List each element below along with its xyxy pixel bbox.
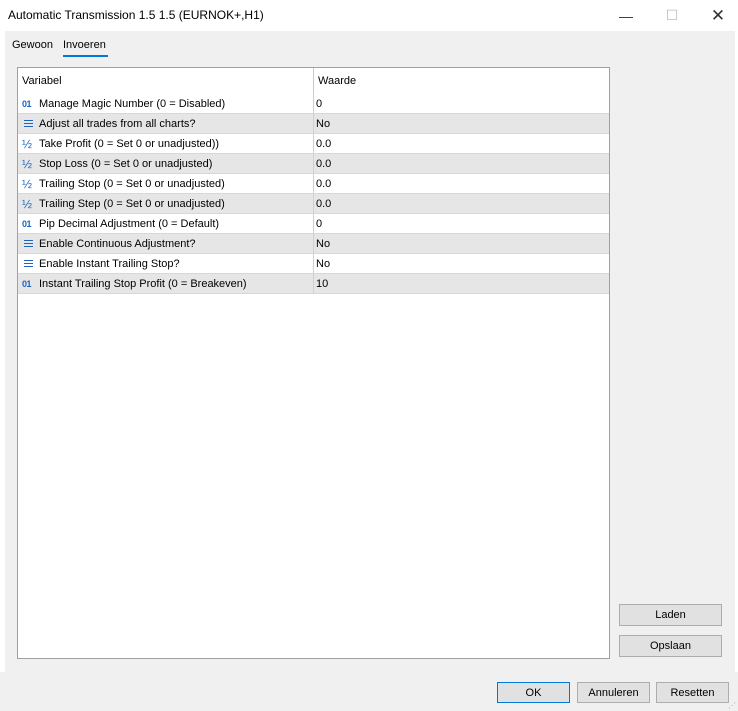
row-name-cell: 01 Manage Magic Number (0 = Disabled) [22,98,225,110]
row-label: Take Profit (0 = Set 0 or unadjusted)) [39,138,220,150]
row-value[interactable]: 10 [316,278,328,290]
row-name-cell: 01 Pip Decimal Adjustment (0 = Default) [22,218,219,230]
cell-divider [313,274,314,294]
grid-header: Variabel Waarde [18,68,609,94]
row-name-cell: ½ Stop Loss (0 = Set 0 or unadjusted) [22,158,212,170]
row-label: Enable Continuous Adjustment? [39,238,196,250]
row-name-cell: Adjust all trades from all charts? [22,118,196,130]
resize-grip-icon[interactable]: ⋰ [728,701,736,710]
row-value[interactable]: 0 [316,218,322,230]
column-header-variabel[interactable]: Variabel [22,75,62,87]
row-value[interactable]: 0.0 [316,138,331,150]
table-row[interactable]: Adjust all trades from all charts? No [18,114,609,134]
int-icon: 01 [22,99,32,109]
row-value[interactable]: 0.0 [316,158,331,170]
column-divider[interactable] [313,68,314,94]
ok-button[interactable]: OK [497,682,570,703]
maximize-button[interactable]: ☐ [649,0,695,31]
row-value[interactable]: No [316,258,330,270]
close-button[interactable]: ✕ [695,0,738,31]
row-name-cell: Enable Instant Trailing Stop? [22,258,180,270]
row-name-cell: Enable Continuous Adjustment? [22,238,196,250]
row-value[interactable]: 0.0 [316,198,331,210]
dialog-footer: OK Annuleren Resetten ⋰ [0,672,738,711]
cancel-button[interactable]: Annuleren [577,682,650,703]
table-row[interactable]: 01 Manage Magic Number (0 = Disabled) 0 [18,94,609,114]
row-name-cell: ½ Trailing Step (0 = Set 0 or unadjusted) [22,198,225,210]
cell-divider [313,134,314,154]
active-tab-indicator [63,55,108,57]
table-row[interactable]: ½ Stop Loss (0 = Set 0 or unadjusted) 0.0 [18,154,609,174]
row-label: Trailing Stop (0 = Set 0 or unadjusted) [39,178,225,190]
list-icon [22,118,36,130]
row-divider [18,293,609,294]
load-button[interactable]: Laden [619,604,722,626]
row-name-cell: ½ Trailing Stop (0 = Set 0 or unadjusted) [22,178,225,190]
dialog-body: Gewoon Invoeren Variabel Waarde 01 Manage… [5,31,735,672]
row-label: Trailing Step (0 = Set 0 or unadjusted) [39,198,225,210]
table-row[interactable]: 01 Instant Trailing Stop Profit (0 = Brea… [18,274,609,294]
list-icon [22,258,36,270]
int-icon: 01 [22,279,32,289]
double-icon: ½ [22,197,33,211]
table-row[interactable]: Enable Continuous Adjustment? No [18,234,609,254]
table-row[interactable]: 01 Pip Decimal Adjustment (0 = Default) 0 [18,214,609,234]
table-row[interactable]: Enable Instant Trailing Stop? No [18,254,609,274]
cell-divider [313,214,314,234]
table-row[interactable]: ½ Trailing Step (0 = Set 0 or unadjusted)… [18,194,609,214]
cell-divider [313,154,314,174]
cell-divider [313,94,314,114]
row-value[interactable]: No [316,238,330,250]
row-value[interactable]: 0 [316,98,322,110]
row-value[interactable]: 0.0 [316,178,331,190]
table-row[interactable]: ½ Take Profit (0 = Set 0 or unadjusted)) 0… [18,134,609,154]
row-label: Adjust all trades from all charts? [39,118,196,130]
tab-invoeren[interactable]: Invoeren [63,39,106,51]
cell-divider [313,254,314,274]
column-header-waarde[interactable]: Waarde [318,75,356,87]
window-title: Automatic Transmission 1.5 1.5 (EURNOK+,… [8,8,264,22]
row-value[interactable]: No [316,118,330,130]
title-bar: Automatic Transmission 1.5 1.5 (EURNOK+,… [0,0,738,31]
cell-divider [313,234,314,254]
double-icon: ½ [22,137,33,151]
int-icon: 01 [22,219,32,229]
row-name-cell: ½ Take Profit (0 = Set 0 or unadjusted)) [22,138,219,150]
row-label: Instant Trailing Stop Profit (0 = Breake… [39,278,247,290]
save-button[interactable]: Opslaan [619,635,722,657]
double-icon: ½ [22,157,33,171]
reset-button[interactable]: Resetten [656,682,729,703]
row-label: Manage Magic Number (0 = Disabled) [39,98,226,110]
row-name-cell: 01 Instant Trailing Stop Profit (0 = Brea… [22,278,247,290]
table-row[interactable]: ½ Trailing Stop (0 = Set 0 or unadjusted)… [18,174,609,194]
inputs-grid: Variabel Waarde 01 Manage Magic Number (0… [17,67,610,659]
tab-gewoon[interactable]: Gewoon [12,39,53,51]
tab-bar: Gewoon Invoeren [5,31,735,59]
row-label: Enable Instant Trailing Stop? [39,258,180,270]
list-icon [22,238,36,250]
double-icon: ½ [22,177,33,191]
row-label: Stop Loss (0 = Set 0 or unadjusted) [39,158,213,170]
cell-divider [313,174,314,194]
minimize-button[interactable]: — [603,0,649,31]
cell-divider [313,194,314,214]
row-label: Pip Decimal Adjustment (0 = Default) [39,218,220,230]
cell-divider [313,114,314,134]
